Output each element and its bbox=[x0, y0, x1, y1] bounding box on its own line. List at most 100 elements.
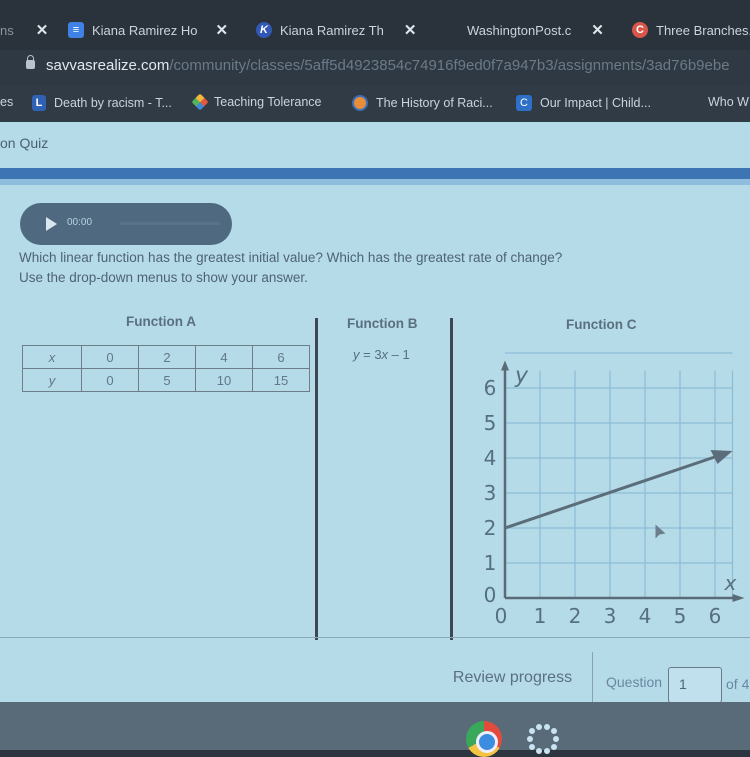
tab-label: WashingtonPost.c bbox=[467, 22, 572, 38]
browser-tab-bar: ns ✕ ≡ Kiana Ramirez Ho ✕ K Kiana Ramire… bbox=[0, 0, 750, 50]
eq-rest: – 1 bbox=[388, 347, 410, 362]
column-divider bbox=[315, 318, 318, 640]
bookmark-label: The History of Raci... bbox=[376, 96, 493, 110]
row-label: y bbox=[22, 368, 82, 392]
tab-label: ns bbox=[0, 22, 14, 38]
bookmark-history-of-racism[interactable]: The History of Raci... bbox=[352, 95, 493, 111]
header-bar bbox=[0, 168, 750, 179]
c-icon: C bbox=[632, 22, 648, 38]
bookmark-who-w[interactable]: Who W bbox=[708, 95, 749, 109]
header-bar-shadow bbox=[0, 179, 750, 185]
tab-kiana-th[interactable]: K Kiana Ramirez Th ✕ bbox=[256, 18, 416, 42]
bookmark-label: Teaching Tolerance bbox=[214, 95, 322, 109]
x-tick-label: 0 bbox=[495, 604, 508, 628]
question-total: of 4 bbox=[726, 676, 750, 692]
audio-player[interactable]: 00:00 bbox=[20, 203, 232, 245]
function-c-title: Function C bbox=[566, 317, 637, 332]
y-axis-label: y bbox=[514, 364, 529, 389]
function-a-table: x 0 2 4 6 y 0 5 10 15 bbox=[22, 345, 310, 392]
docs-icon: ≡ bbox=[68, 22, 84, 38]
x-tick-label: 2 bbox=[569, 604, 582, 628]
question-label: Question bbox=[606, 674, 663, 690]
play-icon[interactable] bbox=[46, 217, 57, 231]
table-cell: 6 bbox=[252, 345, 310, 369]
launcher-dot bbox=[550, 743, 557, 750]
prompt-line-1: Which linear function has the greatest i… bbox=[19, 250, 563, 265]
close-tab-icon[interactable]: ✕ bbox=[216, 21, 229, 39]
launcher-dot bbox=[544, 748, 551, 755]
review-progress-button[interactable]: Review progress bbox=[433, 652, 593, 706]
x-tick-label: 3 bbox=[604, 604, 617, 628]
footer-divider bbox=[0, 637, 750, 638]
bookmark-label: Death by racism - T... bbox=[54, 96, 172, 110]
y-tick-label: 4 bbox=[484, 446, 497, 470]
table-cell: 0 bbox=[81, 345, 139, 369]
question-number-input[interactable]: 1 bbox=[668, 667, 722, 703]
quiz-title: on Quiz bbox=[0, 135, 49, 151]
close-tab-icon[interactable]: ✕ bbox=[36, 21, 49, 39]
table-cell: 15 bbox=[252, 368, 310, 392]
audio-progress-track[interactable] bbox=[120, 222, 220, 225]
bookmark-label: Our Impact | Child... bbox=[540, 96, 651, 110]
close-tab-icon[interactable]: ✕ bbox=[404, 21, 417, 39]
tab-label: Kiana Ramirez Ho bbox=[92, 22, 198, 38]
tab-partial[interactable]: ns ✕ bbox=[0, 18, 48, 42]
table-cell: 10 bbox=[195, 368, 253, 392]
y-tick-label: 6 bbox=[484, 376, 497, 400]
y-tick-label: 3 bbox=[484, 481, 497, 505]
teaching-tolerance-icon bbox=[191, 93, 209, 111]
y-tick-label: 0 bbox=[484, 583, 497, 607]
circle-icon bbox=[352, 95, 368, 111]
tab-three-branches[interactable]: C Three Branches. bbox=[632, 18, 750, 42]
x-axis-arrow bbox=[732, 594, 745, 602]
question-prompt: Which linear function has the greatest i… bbox=[19, 248, 562, 288]
tab-label: Kiana Ramirez Th bbox=[280, 22, 384, 38]
l-icon: L bbox=[32, 95, 46, 111]
mouse-cursor-icon bbox=[655, 524, 666, 539]
prompt-line-2: Use the drop-down menus to show your ans… bbox=[19, 270, 308, 285]
bookmark-our-impact[interactable]: C Our Impact | Child... bbox=[516, 95, 651, 111]
y-tick-label: 1 bbox=[484, 551, 497, 575]
launcher-dot bbox=[550, 728, 557, 735]
x-tick-label: 6 bbox=[709, 604, 722, 628]
row-label: x bbox=[22, 345, 82, 369]
lock-icon bbox=[26, 55, 35, 69]
table-cell: 0 bbox=[81, 368, 139, 392]
y-tick-label: 2 bbox=[484, 516, 497, 540]
x-tick-label: 1 bbox=[534, 604, 547, 628]
c-bookmark-icon: C bbox=[516, 95, 532, 111]
bookmark-label: Who W bbox=[708, 95, 749, 109]
function-b-equation: y = 3x – 1 bbox=[353, 347, 410, 362]
launcher-dot bbox=[529, 728, 536, 735]
launcher-dot bbox=[535, 748, 542, 755]
x-axis-label: x bbox=[724, 571, 737, 595]
tab-label: Three Branches. bbox=[656, 22, 750, 38]
bookmark-teaching-tolerance[interactable]: Teaching Tolerance bbox=[191, 93, 322, 111]
function-a-title: Function A bbox=[126, 314, 196, 329]
column-divider bbox=[450, 318, 453, 640]
launcher-dot bbox=[527, 736, 533, 742]
table-row-y: y 0 5 10 15 bbox=[22, 368, 310, 392]
audio-time: 00:00 bbox=[67, 217, 93, 228]
launcher-dot bbox=[529, 743, 536, 750]
x-tick-label: 4 bbox=[639, 604, 652, 628]
launcher-dot bbox=[544, 723, 551, 730]
x-tick-label: 5 bbox=[674, 604, 687, 628]
taskbar bbox=[0, 702, 750, 750]
bookmark-death-by-racism[interactable]: L Death by racism - T... bbox=[32, 95, 172, 111]
launcher-dot bbox=[535, 723, 542, 730]
table-row-x: x 0 2 4 6 bbox=[22, 345, 310, 369]
bookmark-partial[interactable]: es bbox=[0, 95, 13, 109]
tab-kiana-ho[interactable]: ≡ Kiana Ramirez Ho ✕ bbox=[68, 18, 228, 42]
chrome-icon[interactable] bbox=[466, 721, 502, 757]
table-cell: 4 bbox=[195, 345, 253, 369]
table-cell: 5 bbox=[138, 368, 196, 392]
function-c-graph: 0 1 2 3 4 5 60123456xy bbox=[484, 352, 745, 628]
url-domain: savvasrealize.com bbox=[46, 57, 170, 74]
close-tab-icon[interactable]: ✕ bbox=[591, 21, 604, 39]
tab-washingtonpost[interactable]: WashingtonPost.c ✕ bbox=[467, 18, 604, 42]
url-text[interactable]: savvasrealize.com/community/classes/5aff… bbox=[46, 57, 730, 74]
function-c-line bbox=[504, 451, 727, 530]
launcher-icon[interactable] bbox=[526, 722, 560, 756]
eq-mid: = 3 bbox=[359, 347, 382, 362]
